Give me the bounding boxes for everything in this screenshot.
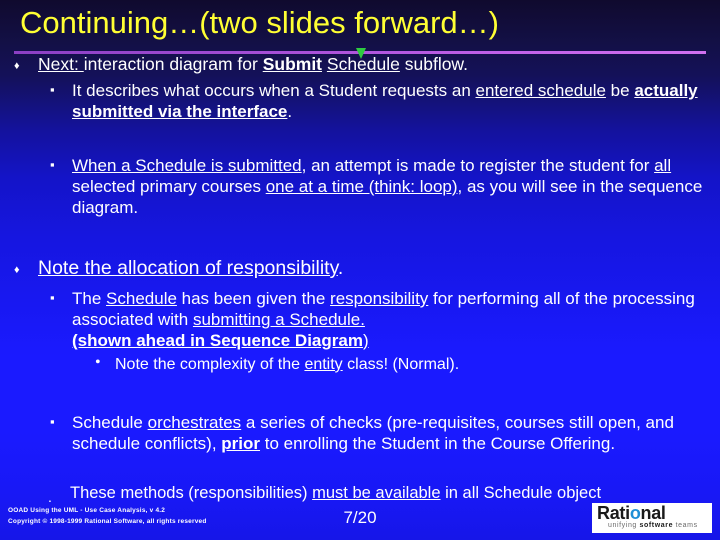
bullet-when-submitted-text: When a Schedule is submitted, an attempt… <box>72 156 703 217</box>
page-title: Continuing…(two slides forward…) <box>20 5 499 40</box>
bullet-orchestrates: ▪ Schedule orchestrates a series of chec… <box>50 412 715 454</box>
square-bullet-icon: ▪ <box>50 82 55 97</box>
rational-logo-tagline: unifying software teams <box>608 522 698 529</box>
bullet-when-submitted: ▪ When a Schedule is submitted, an attem… <box>50 155 715 218</box>
cursor-pointer-icon <box>356 48 366 59</box>
bullet-methods-text: These methods (responsibilities) must be… <box>70 484 602 502</box>
bullet-methods: . These methods (responsibilities) must … <box>48 483 713 505</box>
tagline-word-3: teams <box>675 522 698 529</box>
bullet-schedule-responsibility: ▪ The Schedule has been given the respon… <box>50 288 715 351</box>
square-bullet-icon: ▪ <box>50 414 55 429</box>
bullet-note-allocation-text: Note the allocation of responsibility. <box>38 257 344 279</box>
bullet-complexity-text: Note the complexity of the entity class!… <box>115 356 460 373</box>
bullet-note-allocation: ♦ Note the allocation of responsibility. <box>14 256 714 280</box>
diamond-bullet-icon: ♦ <box>14 60 20 72</box>
bullet-schedule-responsibility-text: The Schedule has been given the responsi… <box>72 289 695 350</box>
rational-logo-wordmark: Rational <box>597 503 666 523</box>
tagline-word-1: unifying <box>608 522 637 529</box>
dot-bullet-icon: • <box>95 354 101 371</box>
presentation-slide: Continuing…(two slides forward…) ♦ Next:… <box>0 0 720 540</box>
bullet-complexity: • Note the complexity of the entity clas… <box>95 354 705 375</box>
diamond-bullet-icon: ♦ <box>14 264 20 276</box>
rational-logo: Rational unifying software teams <box>592 503 712 533</box>
tagline-word-2: software <box>639 522 674 529</box>
square-bullet-icon: ▪ <box>50 290 55 305</box>
bullet-next-text: Next: interaction diagram for Submit Sch… <box>38 54 468 74</box>
bullet-orchestrates-text: Schedule orchestrates a series of checks… <box>72 413 674 453</box>
square-bullet-icon: ▪ <box>50 157 55 172</box>
bullet-describes: ▪ It describes what occurs when a Studen… <box>50 80 715 122</box>
bullet-describes-text: It describes what occurs when a Student … <box>72 81 698 121</box>
